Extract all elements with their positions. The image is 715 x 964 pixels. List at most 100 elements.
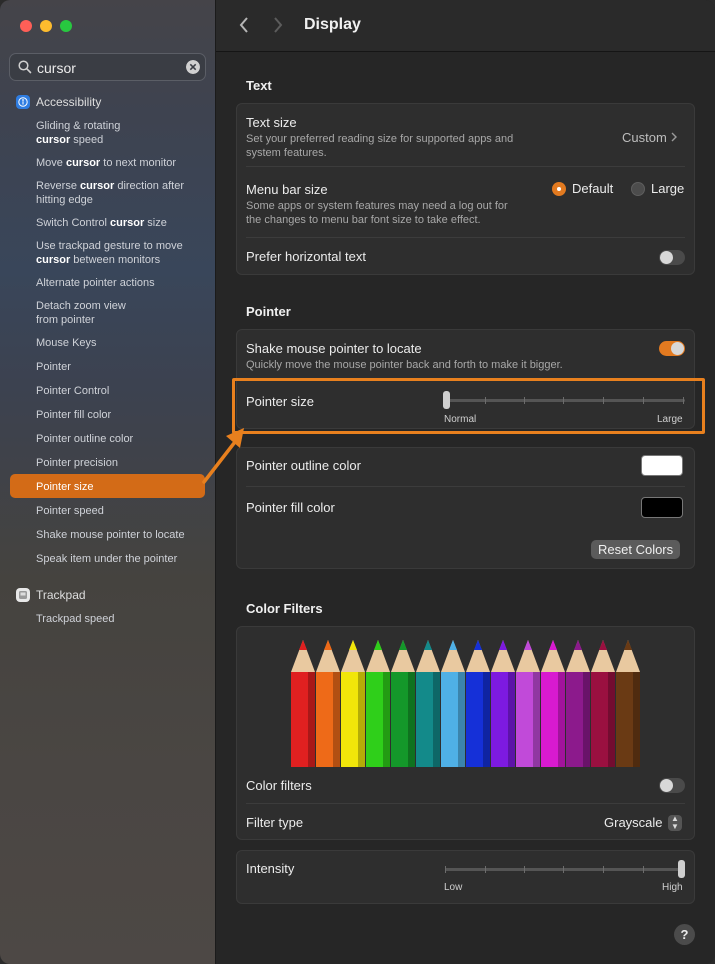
menu-bar-large-radio[interactable] <box>631 182 645 196</box>
sidebar-item-label: Pointer size <box>36 481 94 493</box>
sidebar-item[interactable]: Shake mouse pointer to locate <box>36 528 208 542</box>
chevron-right-icon <box>671 132 678 142</box>
menu-bar-default-radio[interactable] <box>552 182 566 196</box>
trackpad-icon <box>16 588 30 602</box>
sidebar-item[interactable]: Pointer fill color <box>36 408 208 422</box>
pointer-fill-color-label: Pointer fill color <box>246 500 335 515</box>
search-input[interactable]: cursor <box>37 60 76 76</box>
intensity-max-label: High <box>662 882 683 893</box>
sidebar-item-label: Pointer speed <box>36 505 104 517</box>
text-size-label: Text size <box>246 115 297 130</box>
sidebar-item[interactable]: Detach zoom view from pointer <box>36 299 208 327</box>
sidebar-item-label: Speak item under the pointer <box>36 553 178 565</box>
sidebar-item[interactable]: Pointer Control <box>36 384 208 398</box>
sidebar-item-label: Gliding & rotating <box>36 120 121 132</box>
annotation-arrow <box>202 428 244 484</box>
menu-bar-default-label: Default <box>572 181 614 196</box>
traffic-lights <box>20 20 72 32</box>
sidebar-item-label: Pointer <box>36 361 71 373</box>
section-heading-color-filters: Color Filters <box>246 601 323 616</box>
intensity-min-label: Low <box>444 882 463 893</box>
text-size-value-button[interactable]: Custom <box>622 130 678 145</box>
main-panel: Display Text Text size Set your preferre… <box>216 0 715 964</box>
color-filters-toggle[interactable] <box>659 778 685 793</box>
minimize-window-button[interactable] <box>40 20 52 32</box>
shake-pointer-label: Shake mouse pointer to locate <box>246 341 422 356</box>
sidebar-item[interactable]: Pointer <box>36 360 208 374</box>
pencil <box>566 640 590 767</box>
page-title: Display <box>304 16 361 33</box>
sidebar-item-label: Detach zoom view <box>36 300 126 312</box>
sidebar-section-accessibility[interactable]: Accessibility <box>16 95 101 109</box>
sidebar-item-label: Pointer outline color <box>36 433 134 445</box>
pencil <box>591 640 615 767</box>
sidebar-item-label: Reverse cursor direction after <box>36 180 184 192</box>
sidebar-item[interactable]: Alternate pointer actions <box>36 276 208 290</box>
help-button[interactable]: ? <box>674 924 695 945</box>
pencil <box>541 640 565 767</box>
sidebar-item[interactable]: Mouse Keys <box>36 336 208 350</box>
sidebar-item-label: Switch Control cursor size <box>36 217 167 229</box>
sidebar-item[interactable]: Pointer size <box>36 480 208 494</box>
sidebar-item[interactable]: Pointer speed <box>36 504 208 518</box>
sidebar-item[interactable]: Gliding & rotating cursor speed <box>36 119 208 147</box>
shake-pointer-description: Quickly move the mouse pointer back and … <box>246 359 563 371</box>
search-field[interactable]: cursor <box>9 53 206 81</box>
forward-button[interactable] <box>272 15 284 41</box>
sidebar-item[interactable]: Switch Control cursor size <box>36 216 208 230</box>
reset-colors-button[interactable]: Reset Colors <box>591 540 681 559</box>
chevron-left-icon <box>239 17 248 33</box>
pointer-outline-color-swatch[interactable] <box>641 455 683 476</box>
sidebar-item-label: Shake mouse pointer to locate <box>36 529 185 541</box>
sidebar-item[interactable]: Move cursor to next monitor <box>36 156 208 170</box>
prefer-horizontal-text-toggle[interactable] <box>659 250 685 265</box>
slider-thumb[interactable] <box>678 860 685 878</box>
sidebar-item-trackpad-speed[interactable]: Trackpad speed <box>36 612 208 626</box>
pencil <box>616 640 640 767</box>
color-pencils-preview <box>291 640 640 767</box>
pointer-size-highlight-box <box>232 378 705 434</box>
menu-bar-size-label: Menu bar size <box>246 182 328 197</box>
sidebar-item[interactable]: Pointer precision <box>36 456 208 470</box>
color-filters-label: Color filters <box>246 778 312 793</box>
sidebar-item-label: Pointer precision <box>36 457 118 469</box>
text-size-description: Set your preferred reading size for supp… <box>246 133 514 145</box>
sidebar-item[interactable]: Speak item under the pointer <box>36 552 208 566</box>
pencil <box>491 640 515 767</box>
sidebar-item-label: Pointer fill color <box>36 409 112 421</box>
prefer-horizontal-text-label: Prefer horizontal text <box>246 249 366 264</box>
filter-type-popup[interactable]: Grayscale <box>604 815 663 830</box>
sidebar-item-label: Trackpad speed <box>36 613 115 625</box>
accessibility-icon <box>16 95 30 109</box>
text-size-value: Custom <box>622 130 667 145</box>
clear-icon[interactable] <box>186 60 200 74</box>
pencil <box>341 640 365 767</box>
pencil <box>316 640 340 767</box>
intensity-group: Intensity Low High <box>236 850 695 904</box>
pointer-fill-color-swatch[interactable] <box>641 497 683 518</box>
close-window-button[interactable] <box>20 20 32 32</box>
popup-stepper-icon[interactable]: ▲ ▼ <box>668 815 682 831</box>
sidebar-item-label: cursor between monitors <box>36 254 161 266</box>
sidebar-item[interactable]: Reverse cursor direction after hitting ed… <box>36 179 208 207</box>
sidebar-item-label: Move cursor to next monitor <box>36 157 177 169</box>
text-settings-group: Text size Set your preferred reading siz… <box>236 103 695 275</box>
settings-window: cursor Accessibility Gliding & rotating … <box>0 0 715 964</box>
menu-bar-size-description: the changes to menu bar font size to tak… <box>246 214 481 226</box>
section-heading-pointer: Pointer <box>246 304 291 319</box>
pencil <box>516 640 540 767</box>
sidebar-item[interactable]: Use trackpad gesture to move cursor betwe… <box>36 239 208 267</box>
sidebar-item[interactable]: Pointer outline color <box>36 432 208 446</box>
back-button[interactable] <box>238 15 250 41</box>
pointer-colors-group: Pointer outline color Pointer fill color… <box>236 447 695 569</box>
text-size-description: system features. <box>246 147 327 159</box>
sidebar-item-label: cursor speed <box>36 134 104 146</box>
section-heading-text: Text <box>246 78 272 93</box>
sidebar-item-label: Mouse Keys <box>36 337 97 349</box>
sidebar-section-trackpad[interactable]: Trackpad <box>16 588 86 602</box>
magnifying-glass-icon <box>18 60 32 74</box>
slider-track <box>445 868 685 871</box>
zoom-window-button[interactable] <box>60 20 72 32</box>
pencil <box>291 640 315 767</box>
shake-pointer-toggle[interactable] <box>659 341 685 356</box>
